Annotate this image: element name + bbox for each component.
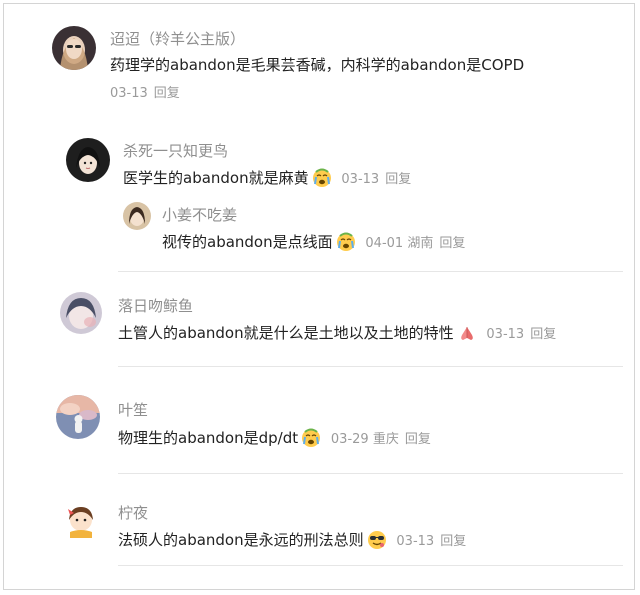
crying-face-icon	[335, 230, 357, 252]
crying-face-icon	[300, 426, 322, 448]
comment-text: 药理学的abandon是毛果芸香碱，内科学的abandon是COPD	[110, 54, 524, 75]
comment-date: 03-29	[330, 432, 369, 447]
comment-date: 03-13	[396, 534, 435, 549]
divider	[118, 565, 623, 566]
reply-button[interactable]: 回复	[405, 432, 431, 447]
comment-location: 湖南	[407, 236, 434, 251]
reply-button[interactable]: 回复	[439, 236, 465, 251]
avatar[interactable]	[66, 138, 110, 182]
comment-meta: 03-13 回复	[106, 82, 180, 101]
comment-location: 重庆	[372, 432, 399, 447]
comment-body: 物理生的abandon是dp/dt	[118, 429, 299, 447]
sunglasses-face-icon	[366, 528, 388, 550]
comment-date: 03-13	[110, 86, 148, 101]
comment-author[interactable]: 落日吻鲸鱼	[118, 295, 193, 316]
divider	[118, 366, 623, 367]
comment-date: 03-13	[341, 172, 380, 187]
comment-text: 物理生的abandon是dp/dt 03-29 重庆 回复	[118, 426, 431, 448]
comment-date: 03-13	[486, 327, 525, 342]
divider	[118, 271, 623, 272]
comment-text: 土管人的abandon就是什么是土地以及土地的特性 03-13 回复	[118, 321, 556, 343]
reply-button[interactable]: 回复	[440, 534, 466, 549]
comment-body: 视传的abandon是点线面	[162, 233, 333, 251]
comment-text: 视传的abandon是点线面 04-01 湖南 回复	[162, 230, 465, 252]
avatar[interactable]	[56, 395, 100, 439]
comment-body: 法硕人的abandon是永远的刑法总则	[118, 531, 364, 549]
reply-button[interactable]: 回复	[154, 86, 180, 101]
avatar[interactable]	[60, 500, 102, 542]
comment-body: 土管人的abandon就是什么是土地以及土地的特性	[118, 324, 454, 342]
clasped-hands-icon	[456, 321, 478, 343]
comment-author[interactable]: 迢迢（羚羊公主版）	[110, 28, 245, 49]
reply-button[interactable]: 回复	[385, 172, 411, 187]
reply-button[interactable]: 回复	[530, 327, 556, 342]
comment-text: 医学生的abandon就是麻黄 03-13 回复	[123, 166, 411, 188]
divider	[118, 473, 623, 474]
crying-face-icon	[311, 166, 333, 188]
comment-author[interactable]: 柠夜	[118, 502, 148, 523]
comment-panel	[3, 3, 635, 590]
comment-body: 医学生的abandon就是麻黄	[123, 169, 309, 187]
comment-body: 药理学的abandon是毛果芸香碱，内科学的abandon是COPD	[110, 56, 525, 74]
comment-text: 法硕人的abandon是永远的刑法总则 03-13 回复	[118, 528, 466, 550]
comment-date: 04-01	[365, 236, 404, 251]
comment-author[interactable]: 杀死一只知更鸟	[123, 140, 228, 161]
avatar[interactable]	[123, 202, 151, 230]
avatar[interactable]	[60, 292, 102, 334]
comment-author[interactable]: 叶笙	[118, 399, 148, 420]
comment-author[interactable]: 小姜不吃姜	[162, 204, 237, 225]
avatar[interactable]	[52, 26, 96, 70]
